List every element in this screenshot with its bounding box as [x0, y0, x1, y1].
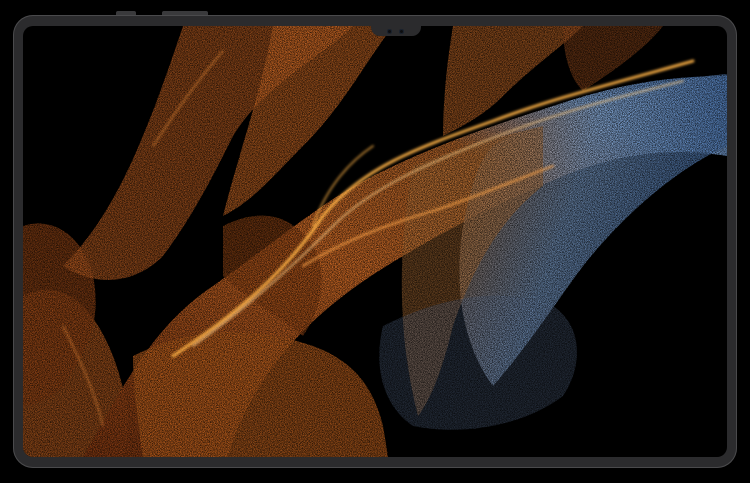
camera-icon: [387, 29, 392, 34]
tablet-screen: [23, 26, 727, 457]
product-photo: [0, 0, 750, 483]
sensor-icon: [399, 29, 404, 34]
tablet-device: [13, 15, 737, 468]
camera-notch: [371, 26, 421, 36]
wallpaper-particle-waves: [23, 26, 727, 457]
